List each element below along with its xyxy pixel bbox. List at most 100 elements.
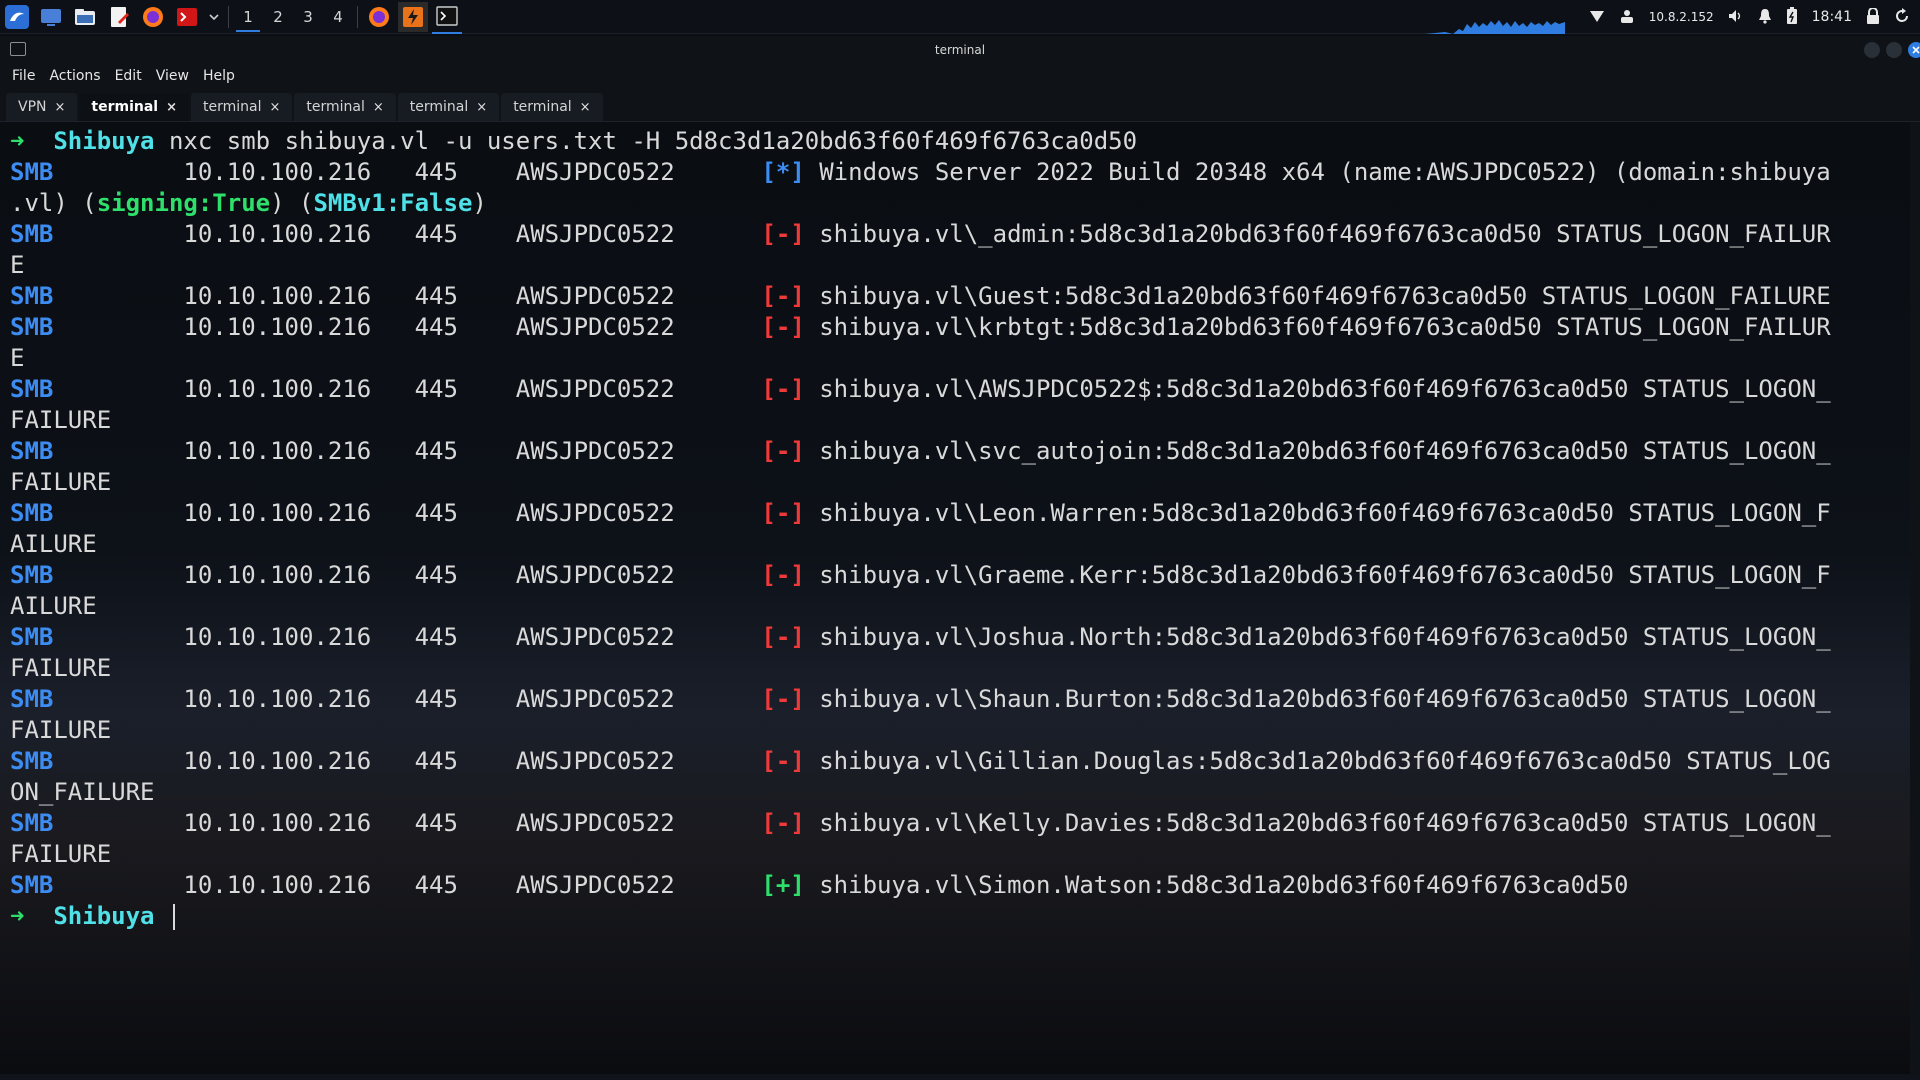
- result-line: SMB 10.10.100.216 445 AWSJPDC0522 [-] sh…: [10, 746, 1910, 777]
- workspace-1[interactable]: 1: [233, 0, 263, 34]
- clock[interactable]: 18:41: [1812, 9, 1852, 25]
- tab-vpn[interactable]: VPN ×: [6, 93, 78, 121]
- menu-help[interactable]: Help: [203, 68, 235, 84]
- result-line-wrap: FAILURE: [10, 468, 112, 496]
- tab-bar: VPN × terminal × terminal × terminal × termi…: [0, 88, 1920, 122]
- result-line-wrap: AILURE: [10, 530, 97, 558]
- info-line-wrap: .vl) (signing:True) (SMBv1:False): [10, 188, 1910, 219]
- terminal-output[interactable]: ➜ Shibuya nxc smb shibuya.vl -u users.tx…: [0, 122, 1910, 1074]
- terminal-red-icon[interactable]: [172, 2, 202, 32]
- result-line-wrap: FAILURE: [10, 716, 112, 744]
- battery-icon[interactable]: [1786, 6, 1798, 28]
- ip: 10.10.100.216: [183, 375, 372, 403]
- burp-task-icon[interactable]: [398, 1, 428, 32]
- close-button[interactable]: [1908, 42, 1920, 58]
- tab-close-icon[interactable]: ×: [476, 100, 487, 115]
- result-line-wrap: E: [10, 251, 25, 279]
- menu-actions[interactable]: Actions: [49, 68, 100, 84]
- terminal-task-icon[interactable]: [432, 0, 462, 34]
- minimize-button[interactable]: [1864, 42, 1880, 58]
- panel-separator: [228, 5, 229, 28]
- wifi-icon[interactable]: [1589, 9, 1605, 26]
- firefox-task-icon[interactable]: [364, 2, 394, 32]
- port: 445: [414, 313, 458, 341]
- hostname: AWSJPDC0522: [515, 561, 675, 589]
- port: 445: [414, 375, 458, 403]
- proto: SMB: [10, 282, 54, 310]
- result-text: shibuya.vl\AWSJPDC0522$:5d8c3d1a20bd63f6…: [819, 375, 1831, 403]
- files-icon[interactable]: [70, 2, 100, 32]
- tab-close-icon[interactable]: ×: [580, 100, 591, 115]
- tab-terminal[interactable]: terminal ×: [191, 93, 293, 121]
- tab-close-icon[interactable]: ×: [373, 100, 384, 115]
- vpn-icon[interactable]: [1619, 8, 1635, 27]
- menu-view[interactable]: View: [156, 68, 189, 84]
- kali-menu-icon[interactable]: [2, 2, 32, 32]
- hostname: AWSJPDC0522: [515, 158, 675, 186]
- result-line: SMB 10.10.100.216 445 AWSJPDC0522 [-] sh…: [10, 808, 1910, 839]
- status-marker: [-]: [761, 623, 805, 651]
- tab-terminal[interactable]: terminal ×: [501, 93, 603, 121]
- volume-icon[interactable]: [1728, 9, 1744, 26]
- status-marker: [-]: [761, 220, 805, 248]
- result-text: shibuya.vl\svc_autojoin:5d8c3d1a20bd63f6…: [819, 437, 1831, 465]
- ip: 10.10.100.216: [183, 561, 372, 589]
- info-line: SMB 10.10.100.216 445 AWSJPDC0522 [*] Wi…: [10, 157, 1910, 188]
- tab-terminal[interactable]: terminal ×: [397, 93, 500, 121]
- window-menu-icon[interactable]: [10, 42, 26, 56]
- result-text: shibuya.vl\Simon.Watson:5d8c3d1a20bd63f6…: [819, 871, 1629, 899]
- menu-edit[interactable]: Edit: [115, 68, 142, 84]
- port: 445: [414, 561, 458, 589]
- proto: SMB: [10, 375, 54, 403]
- result-line: SMB 10.10.100.216 445 AWSJPDC0522 [-] sh…: [10, 374, 1910, 405]
- logout-icon[interactable]: [1894, 7, 1910, 27]
- proto: SMB: [10, 220, 54, 248]
- proto: SMB: [10, 747, 54, 775]
- result-line: SMB 10.10.100.216 445 AWSJPDC0522 [+] sh…: [10, 870, 1910, 901]
- maximize-button[interactable]: [1886, 42, 1902, 58]
- firefox-icon[interactable]: [138, 2, 168, 32]
- results-list: SMB 10.10.100.216 445 AWSJPDC0522 [-] sh…: [10, 219, 1910, 901]
- result-line: SMB 10.10.100.216 445 AWSJPDC0522 [-] sh…: [10, 219, 1910, 250]
- prompt-line: ➜ Shibuya: [10, 901, 1910, 932]
- ip: 10.10.100.216: [183, 282, 372, 310]
- prompt-arrow: ➜: [10, 127, 25, 155]
- window-title: terminal: [934, 43, 986, 57]
- tab-close-icon[interactable]: ×: [270, 100, 281, 115]
- proto: SMB: [10, 158, 54, 186]
- tab-terminal[interactable]: terminal ×: [294, 93, 396, 121]
- result-line: SMB 10.10.100.216 445 AWSJPDC0522 [-] sh…: [10, 281, 1910, 312]
- cpu-graph: [1425, 20, 1565, 34]
- result-text: shibuya.vl\Leon.Warren:5d8c3d1a20bd63f60…: [819, 499, 1831, 527]
- hostname: AWSJPDC0522: [515, 375, 675, 403]
- desktop-icon[interactable]: [36, 2, 66, 32]
- tab-label: terminal: [203, 99, 262, 115]
- prompt-arrow: ➜: [10, 902, 25, 930]
- workspace-2[interactable]: 2: [263, 0, 293, 34]
- wrap-prefix: .vl) (: [10, 189, 97, 217]
- tab-terminal-active[interactable]: terminal ×: [79, 93, 190, 121]
- status-marker: [-]: [761, 685, 805, 713]
- tab-close-icon[interactable]: ×: [166, 100, 177, 115]
- desktop-panel: 1 2 3 4 10.8.2.152 18:41: [0, 0, 1920, 34]
- chevron-down-icon[interactable]: [206, 2, 222, 32]
- lock-icon[interactable]: [1866, 6, 1880, 27]
- result-text: shibuya.vl\Guest:5d8c3d1a20bd63f60f469f6…: [819, 282, 1831, 310]
- result-text: shibuya.vl\Joshua.North:5d8c3d1a20bd63f6…: [819, 623, 1831, 651]
- ip: 10.10.100.216: [183, 499, 372, 527]
- status-marker: [-]: [761, 313, 805, 341]
- hostname: AWSJPDC0522: [515, 685, 675, 713]
- ip: 10.10.100.216: [183, 871, 372, 899]
- port: 445: [414, 809, 458, 837]
- result-line: SMB 10.10.100.216 445 AWSJPDC0522 [-] sh…: [10, 312, 1910, 343]
- text-editor-icon[interactable]: [104, 2, 134, 32]
- workspace-3[interactable]: 3: [293, 0, 323, 34]
- port: 445: [414, 871, 458, 899]
- workspace-4[interactable]: 4: [323, 0, 353, 34]
- tab-close-icon[interactable]: ×: [55, 100, 66, 115]
- terminal-scrollbar[interactable]: [1910, 122, 1920, 1074]
- window-titlebar[interactable]: terminal: [0, 36, 1920, 64]
- result-text: shibuya.vl\_admin:5d8c3d1a20bd63f60f469f…: [819, 220, 1831, 248]
- notification-bell-icon[interactable]: [1758, 8, 1772, 27]
- menu-file[interactable]: File: [12, 68, 35, 84]
